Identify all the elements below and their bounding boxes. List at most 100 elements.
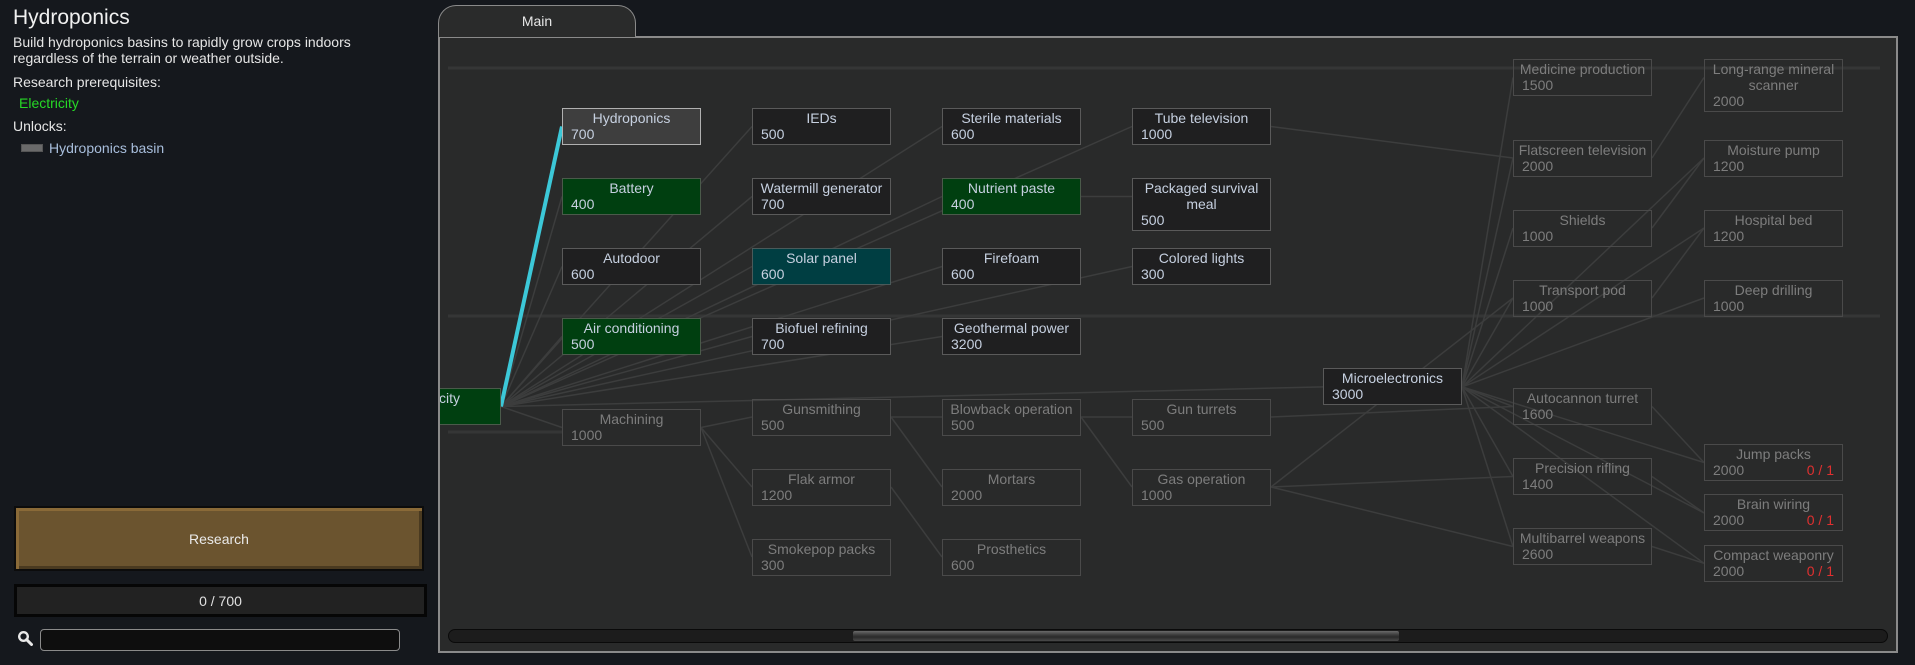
research-tree-panel[interactable]: ElectricityHydroponics700Battery400Autod… [438,36,1898,653]
research-node-cost: 1000 [571,427,603,443]
prerequisites-label: Research prerequisites: [13,74,161,90]
research-node-cost: 600 [951,266,975,282]
research-node-smokepop-packs[interactable]: Smokepop packs 300 [752,538,891,576]
research-node-medicine-production[interactable]: Medicine production 1500 [1513,59,1652,96]
research-node-cost: 500 [761,126,785,142]
research-node-hospital-bed[interactable]: Hospital bed 1200 [1704,209,1843,247]
research-node-cost: 1000 [1522,227,1554,244]
research-node-ieds[interactable]: IEDs 500 [752,108,891,145]
research-progress-bar: 0 / 700 [14,584,427,617]
research-node-requirement: 0 / 1 [1806,512,1834,529]
research-node-hydroponics[interactable]: Hydroponics 700 [562,108,701,145]
research-node-cost: 700 [761,196,785,212]
research-node-sterile-materials[interactable]: Sterile materials 600 [942,108,1081,145]
research-node-gunsmithing[interactable]: Gunsmithing 500 [752,398,891,436]
research-node-cost: 500 [1141,416,1165,433]
connection-flak-armor-to-prosthetics [890,486,943,558]
research-node-brain-wiring[interactable]: Brain wiring 2000 0 / 1 [1704,494,1843,532]
research-node-gas-operation[interactable]: Gas operation 1000 [1132,468,1271,506]
research-node-name: Compact weaponry [1713,546,1834,563]
hydroponics-basin-icon [21,144,43,152]
research-node-microelectronics[interactable]: Microelectronics 3000 [1323,368,1462,406]
research-node-name: Nutrient paste [967,180,1056,196]
connection-flatscreen-television-to-long-range-mineral-scanner [1651,77,1705,159]
research-node-name: Biofuel refining [775,320,868,336]
tab-main[interactable]: Main [438,5,636,37]
research-node-long-range-mineral-scanner[interactable]: Long-range mineral scanner 2000 [1704,59,1843,112]
research-node-watermill-generator[interactable]: Watermill generator 700 [752,178,891,215]
unlocks-label: Unlocks: [13,118,67,134]
research-node-cost: 1000 [1141,126,1173,142]
research-node-cost: 1600 [1522,406,1554,422]
research-node-machining[interactable]: Machining 1000 [562,409,701,446]
research-node-cost: 2000 [1522,157,1554,174]
research-tree-canvas[interactable]: ElectricityHydroponics700Battery400Autod… [440,38,1896,638]
research-node-deep-drilling[interactable]: Deep drilling 1000 [1704,279,1843,317]
research-node-mortars[interactable]: Mortars 2000 [942,468,1081,506]
research-node-name: Gun turrets [1166,400,1237,417]
research-node-cost: 2000 [1713,462,1745,478]
connection-multibarrel-weapons-to-compact-weaponry [1651,545,1705,565]
research-node-name: Machining [599,411,664,427]
connection-tube-television-to-flatscreen-television [1270,125,1514,159]
horizontal-scrollbar[interactable] [448,629,1888,643]
research-node-autocannon-turret[interactable]: Autocannon turret 1600 [1513,388,1652,425]
research-node-air-conditioning[interactable]: Air conditioning 500 [562,318,701,355]
research-node-name: Hydroponics [592,110,671,126]
horizontal-scrollbar-thumb[interactable] [853,631,1399,641]
research-node-cost: 300 [761,556,785,573]
research-node-name: Packaged survival meal [1144,180,1259,212]
research-node-multibarrel-weapons[interactable]: Multibarrel weapons 2600 [1513,528,1652,565]
research-node-shields[interactable]: Shields 1000 [1513,209,1652,247]
research-node-name: Long-range mineral scanner [1712,61,1835,93]
research-node-packaged-survival-meal[interactable]: Packaged survival meal 500 [1132,178,1271,231]
research-node-name: Smokepop packs [767,540,876,557]
research-node-geothermal-power[interactable]: Geothermal power 3200 [942,318,1081,355]
research-node-cost: 700 [761,336,785,352]
research-node-name: Moisture pump [1727,141,1820,158]
connection-machining-to-flak-armor [700,427,753,488]
research-node-name: Brain wiring [1736,496,1811,513]
research-node-requirement: 0 / 1 [1806,462,1834,478]
research-node-name: Solar panel [786,250,857,266]
connection-transport-pod-to-hospital-bed [1651,227,1705,299]
research-node-cost: 3000 [1332,386,1364,403]
search-input[interactable] [40,629,400,651]
research-node-name: Geothermal power [953,320,1070,336]
research-node-cost: 1200 [1713,227,1745,244]
research-node-compact-weaponry[interactable]: Compact weaponry 2000 0 / 1 [1704,544,1843,582]
research-node-cost: 400 [571,196,595,212]
research-node-autodoor[interactable]: Autodoor 600 [562,248,701,285]
research-node-transport-pod[interactable]: Transport pod 1000 [1513,279,1652,317]
research-node-cost: 1000 [1141,486,1173,503]
research-node-colored-lights[interactable]: Colored lights 300 [1132,248,1271,285]
research-node-tube-television[interactable]: Tube television 1000 [1132,108,1271,145]
research-node-prosthetics[interactable]: Prosthetics 600 [942,538,1081,576]
research-node-biofuel-refining[interactable]: Biofuel refining 700 [752,318,891,355]
research-node-blowback-operation[interactable]: Blowback operation 500 [942,398,1081,436]
research-node-jump-packs[interactable]: Jump packs 2000 0 / 1 [1704,444,1843,481]
research-node-gun-turrets[interactable]: Gun turrets 500 [1132,398,1271,436]
research-node-name: Precision rifling [1535,460,1630,476]
research-node-moisture-pump[interactable]: Moisture pump 1200 [1704,139,1843,177]
research-node-electricity[interactable]: Electricity [440,388,501,425]
connection-machining-to-smokepop-packs [700,427,753,558]
research-title: Hydroponics [13,6,130,29]
unlock-item-hydroponics-basin[interactable]: Hydroponics basin [21,140,164,156]
research-button[interactable]: Research [14,506,424,571]
research-node-flatscreen-television[interactable]: Flatscreen television 2000 [1513,139,1652,177]
research-node-nutrient-paste[interactable]: Nutrient paste 400 [942,178,1081,215]
research-node-name: Watermill generator [760,180,883,196]
prerequisite-link-electricity[interactable]: Electricity [19,95,79,111]
research-node-precision-rifling[interactable]: Precision rifling 1400 [1513,458,1652,495]
research-node-cost: 1500 [1522,77,1554,93]
research-node-name: Colored lights [1158,250,1245,266]
research-description: Build hydroponics basins to rapidly grow… [13,34,351,66]
research-node-cost: 2000 [1713,562,1745,579]
connection-electricity-to-battery [500,196,563,407]
research-node-battery[interactable]: Battery 400 [562,178,701,215]
research-node-solar-panel[interactable]: Solar panel 600 [752,248,891,285]
research-node-firefoam[interactable]: Firefoam 600 [942,248,1081,285]
research-node-cost: 1400 [1522,476,1554,492]
research-node-flak-armor[interactable]: Flak armor 1200 [752,468,891,506]
